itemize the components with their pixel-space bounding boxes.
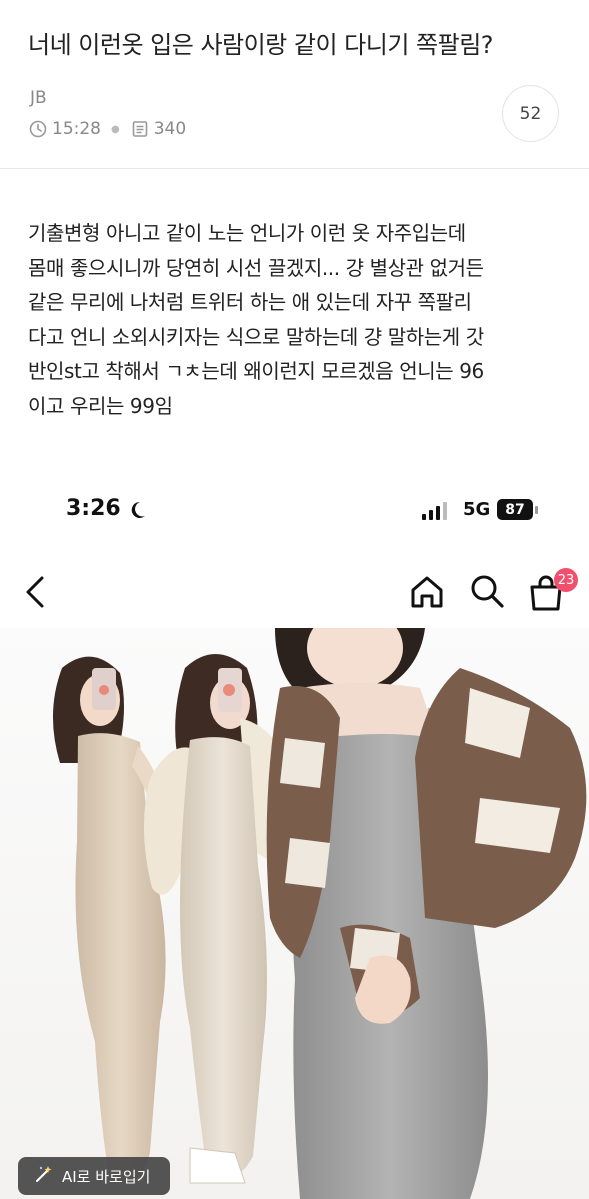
cart-count-badge: 23 [554,568,578,592]
ai-try-on-label: AI로 바로입기 [62,1167,151,1186]
back-arrow-icon[interactable] [22,574,50,614]
post-title: 너네 이런옷 입은 사람이랑 같이 다니기 쪽팔림? [28,31,494,59]
home-icon[interactable] [408,574,446,614]
search-icon[interactable] [468,572,506,614]
signal-icon [422,502,447,520]
app-navbar [0,568,589,618]
post-time: 15:28 [52,119,101,139]
network-label: 5G [463,499,491,520]
post-body: 기출변형 아니고 같이 노는 언니가 이런 옷 자주입는데 몸매 좋으시니까 당… [28,216,568,423]
list-icon [130,119,150,139]
post-author[interactable]: JB [30,88,47,108]
status-bar: 3:26 5G 87 [0,480,589,540]
battery-cap [535,506,538,514]
post-meta: 15:28 ● 340 [28,119,186,139]
ai-try-on-button[interactable]: AI로 바로입기 [18,1157,170,1195]
embedded-screenshot: 3:26 5G 87 23 AI로 바로입기 [0,480,589,1199]
post-views: 340 [153,119,187,139]
body-line: 반인st고 착해서 ㄱㅊ는데 왜이런지 모르겠음 언니는 96 [28,359,484,383]
moon-icon [126,499,148,525]
header-divider [0,168,589,169]
status-time: 3:26 [66,496,121,521]
clock-icon [28,119,48,139]
body-line: 몸매 좋으시니까 당연히 시선 끌겠지... 걍 별상관 없거든 [28,255,484,280]
body-line: 같은 무리에 나처럼 트위터 하는 애 있는데 자꾸 쪽팔리 [28,290,472,314]
battery-icon: 87 [497,499,533,520]
body-line: 기출변형 아니고 같이 노는 언니가 이런 옷 자주입는데 [28,221,466,245]
magic-wand-icon [34,1164,54,1188]
product-photo[interactable] [0,628,589,1199]
meta-separator: ● [111,123,120,135]
body-line: 이고 우리는 99임 [28,393,173,418]
comment-count-button[interactable]: 52 [502,85,559,142]
body-line: 다고 언니 소외시키자는 식으로 말하는데 걍 말하는게 갓 [28,324,484,349]
